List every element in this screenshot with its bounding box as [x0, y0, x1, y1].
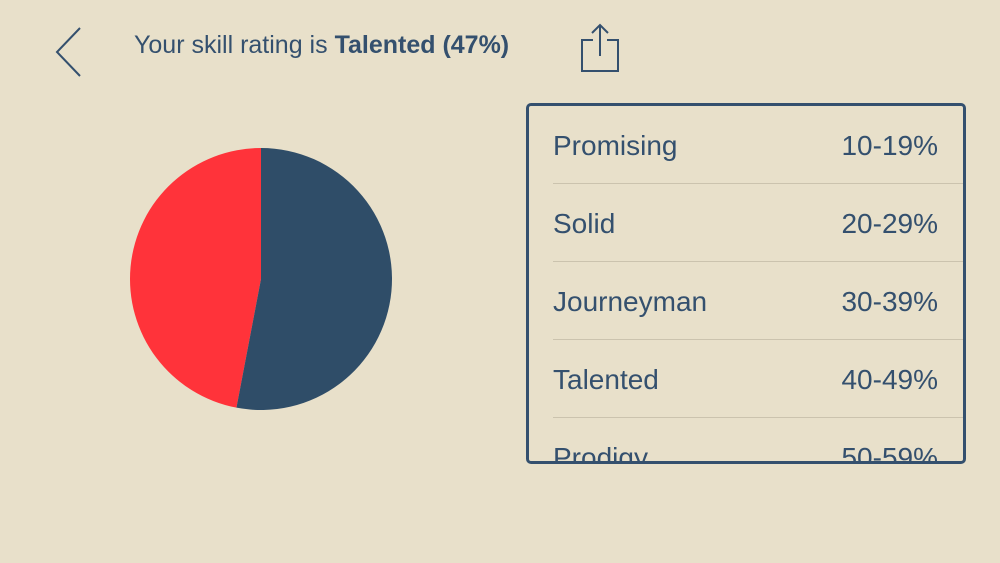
- skill-rating: Talented (47%): [334, 31, 510, 59]
- list-item[interactable]: Prodigy 50-59%: [553, 418, 963, 464]
- skill-level-name: Journeyman: [553, 286, 708, 317]
- skill-level-range: 20-29%: [841, 208, 938, 239]
- list-item[interactable]: Solid 20-29%: [553, 184, 963, 262]
- skill-level-range: 50-59%: [841, 442, 938, 464]
- skill-level-name: Promising: [553, 130, 678, 161]
- pie-slice: [129, 148, 261, 408]
- title-prefix: Your skill rating is: [134, 31, 328, 59]
- chevron-left-icon: [55, 27, 81, 77]
- skill-level-range: 40-49%: [841, 364, 938, 395]
- list-item[interactable]: Talented 40-49%: [553, 340, 963, 418]
- list-item[interactable]: Journeyman 30-39%: [553, 262, 963, 340]
- skill-level-name: Solid: [553, 208, 616, 239]
- skill-level-range: 10-19%: [841, 130, 938, 161]
- skill-level-name: Prodigy: [553, 442, 648, 464]
- share-button[interactable]: [578, 20, 624, 76]
- page-title: Your skill rating is Talented (47%): [134, 31, 509, 60]
- skill-level-range: 30-39%: [841, 286, 938, 317]
- share-icon: [581, 23, 619, 72]
- skill-pie-chart: [129, 148, 392, 410]
- skill-scale-list[interactable]: Promising 10-19% Solid 20-29% Journeyman 30-3…: [526, 103, 966, 464]
- back-button[interactable]: [50, 24, 90, 80]
- list-item[interactable]: Promising 10-19%: [553, 106, 963, 184]
- skill-level-name: Talented: [553, 364, 659, 395]
